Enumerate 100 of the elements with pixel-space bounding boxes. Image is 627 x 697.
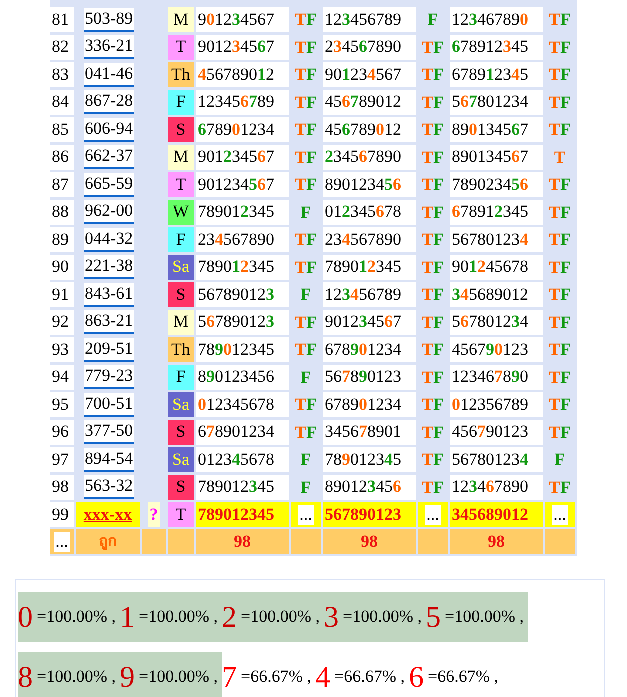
number-text: 789012345 — [198, 201, 274, 224]
result-mark: F — [300, 366, 312, 388]
result-mark: TF — [549, 92, 571, 114]
result-mark: TF — [549, 312, 571, 334]
result-link[interactable]: 662-37 — [84, 145, 134, 169]
row-number: 82 — [50, 34, 74, 60]
result-link[interactable]: 503-89 — [84, 8, 134, 32]
number-text: 678901234 — [325, 338, 402, 361]
number-text: 890123456 — [198, 366, 274, 388]
footer-cell — [418, 529, 448, 554]
day-cell: Sa — [168, 447, 194, 472]
day-cell: W — [168, 200, 194, 224]
result-link[interactable]: 700-51 — [84, 392, 134, 416]
result-mark: TF — [422, 256, 444, 278]
footer-cell — [168, 529, 194, 554]
row-number: 81 — [50, 7, 74, 32]
number-text: 456789012 — [325, 118, 402, 141]
day-cell: F — [168, 227, 194, 252]
result-mark: TF — [295, 256, 317, 278]
result-mark: TF — [295, 422, 317, 444]
ellipsis-cell: ... — [424, 504, 442, 524]
result-mark: TF — [549, 422, 571, 444]
result-mark: TF — [295, 174, 317, 196]
row-number: 97 — [50, 447, 74, 472]
row-number: 95 — [50, 392, 74, 417]
result-link[interactable]: 563-32 — [84, 475, 134, 499]
number-text: 123467890 — [452, 8, 528, 31]
day-cell: Th — [168, 62, 194, 87]
day-cell: S — [168, 117, 194, 142]
result-link[interactable]: 221-38 — [84, 255, 134, 279]
result-link[interactable]: 336-21 — [84, 35, 134, 59]
result-link[interactable]: 867-28 — [84, 90, 134, 114]
number-text: 123456789 — [325, 8, 402, 31]
result-link[interactable]: 863-21 — [84, 310, 134, 334]
number-text: 345678901 — [325, 421, 402, 444]
number-text: 012345678 — [325, 201, 402, 224]
number-text: 789012345 — [198, 476, 274, 498]
number-text: 234567890 — [325, 146, 402, 168]
number-text: 567801234 — [452, 228, 528, 251]
result-link[interactable]: 377-50 — [84, 420, 134, 444]
result-mark: F — [300, 449, 312, 471]
result-mark: TF — [295, 36, 317, 58]
number-text: 678912345 — [452, 36, 528, 58]
number-text: 123467890 — [452, 366, 528, 388]
row-number: 88 — [50, 200, 74, 224]
number-text: 789012345 — [325, 256, 402, 278]
day-cell: M — [168, 7, 194, 32]
row-number: 85 — [50, 117, 74, 142]
number-text: 789012345 — [325, 448, 402, 471]
number-text: 901234567 — [198, 174, 274, 196]
result-mark: TF — [549, 64, 571, 86]
result-link[interactable]: 665-59 — [84, 172, 134, 196]
number-text: 890134567 — [452, 146, 528, 168]
day-cell: F — [168, 364, 194, 390]
result-mark: TF — [549, 36, 571, 58]
result-mark: TF — [549, 339, 571, 361]
number-text: 123467890 — [452, 476, 528, 498]
ellipsis-cell: ... — [298, 504, 314, 524]
number-text: 234567890 — [325, 228, 402, 251]
result-link[interactable]: 779-23 — [84, 365, 134, 389]
correct-count: 98 — [196, 529, 289, 554]
result-link[interactable]: 843-61 — [84, 282, 134, 306]
pending-number: 567890123 — [323, 502, 416, 527]
correct-count: 98 — [323, 529, 416, 554]
question-mark: ? — [148, 502, 160, 528]
result-link[interactable]: 209-51 — [84, 338, 134, 362]
number-text: 567890123 — [198, 311, 274, 334]
result-link[interactable]: 044-32 — [84, 228, 134, 252]
number-text: 567890123 — [325, 366, 402, 388]
result-mark: TF — [422, 146, 444, 168]
result-mark: TF — [295, 119, 317, 141]
day-cell: S — [168, 282, 194, 307]
row-number: 84 — [50, 90, 74, 114]
footer-cell — [291, 529, 321, 554]
result-mark: TF — [549, 366, 571, 388]
result-mark: T — [554, 146, 566, 168]
result-mark: TF — [422, 312, 444, 334]
number-text: 012345678 — [198, 448, 274, 471]
number-text: 678912345 — [452, 64, 528, 86]
number-text: 901234567 — [325, 64, 402, 86]
result-mark: TF — [422, 476, 444, 498]
result-mark: TF — [422, 64, 444, 86]
result-link[interactable]: 962-00 — [84, 200, 134, 224]
result-mark: TF — [422, 449, 444, 471]
day-cell: T — [168, 34, 194, 60]
result-mark: TF — [549, 119, 571, 141]
result-mark: TF — [295, 312, 317, 334]
number-text: 012356789 — [452, 394, 528, 416]
result-link[interactable]: 894-54 — [84, 448, 134, 472]
result-mark: F — [300, 476, 312, 498]
number-text: 789012345 — [198, 338, 274, 361]
footer-cell — [545, 529, 575, 554]
row-number: 96 — [50, 420, 74, 444]
result-link[interactable]: 041-46 — [84, 62, 134, 86]
pending-number: 345689012 — [450, 502, 543, 527]
result-link[interactable]: 606-94 — [84, 118, 134, 142]
number-text: 456789012 — [198, 64, 274, 86]
result-mark: TF — [422, 394, 444, 416]
pending-number: 789012345 — [196, 502, 289, 527]
result-mark: F — [428, 9, 438, 31]
